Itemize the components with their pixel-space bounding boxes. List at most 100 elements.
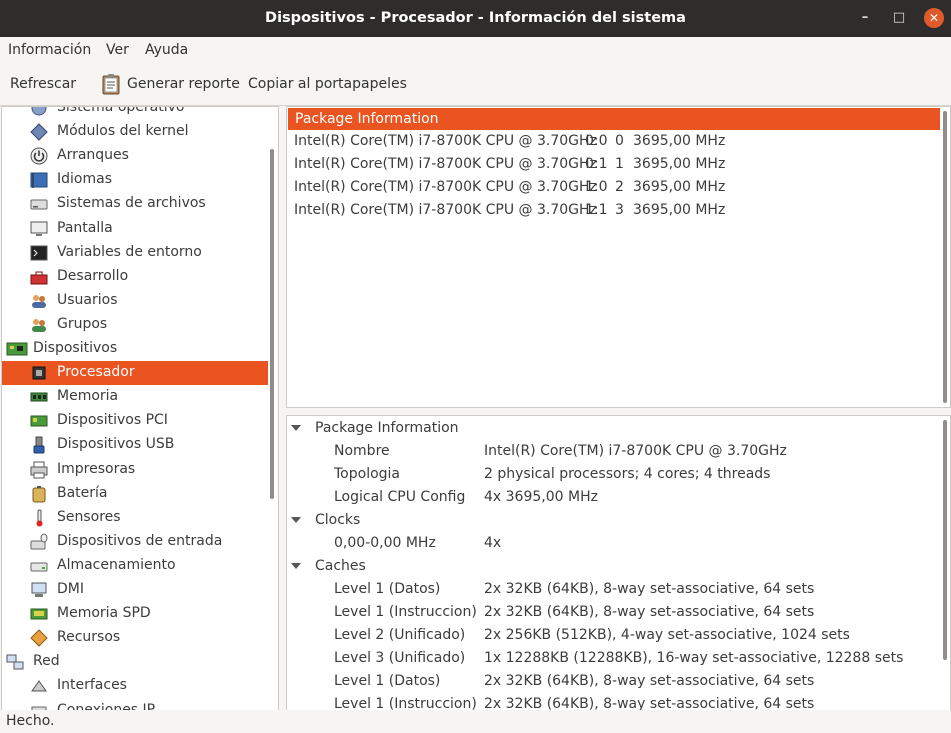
sidebar-item-dispositivos-de-entrada[interactable]: Dispositivos de entrada bbox=[2, 530, 268, 554]
details-row[interactable]: Level 1 (Instruccion) 2x 32KB (64KB), 8-w… bbox=[334, 696, 934, 710]
toolbox-icon bbox=[30, 268, 48, 286]
sidebar-item-almacenamiento[interactable]: Almacenamiento bbox=[2, 554, 268, 578]
sidebar-item-usuarios[interactable]: Usuarios bbox=[2, 289, 268, 313]
close-button[interactable]: ✕ bbox=[924, 8, 944, 28]
sidebar-item-arranques[interactable]: Arranques bbox=[2, 144, 268, 168]
sidebar-item-label: Memoria SPD bbox=[57, 605, 151, 621]
sidebar-item-sistemas-de-archivos[interactable]: Sistemas de archivos bbox=[2, 192, 268, 216]
sidebar-item-red[interactable]: Red bbox=[2, 650, 268, 674]
sidebar-item-batería[interactable]: Batería bbox=[2, 482, 268, 506]
cpu-topo: 0:1 bbox=[585, 156, 608, 172]
menu-ver[interactable]: Ver bbox=[106, 42, 129, 58]
cpu-topo: 1:0 bbox=[585, 179, 608, 195]
language-flag-icon bbox=[30, 171, 48, 189]
sidebar-item-dmi[interactable]: DMI bbox=[2, 578, 268, 602]
sidebar-item-label: Red bbox=[33, 653, 60, 669]
sidebar-item-label: Dispositivos bbox=[33, 340, 118, 356]
details-value: 1x 12288KB (12288KB), 16-way set-associa… bbox=[484, 650, 904, 666]
cpu-row[interactable]: Intel(R) Core(TM) i7-8700K CPU @ 3.70GHz… bbox=[294, 156, 934, 178]
sidebar-item-label: Dispositivos USB bbox=[57, 436, 175, 452]
sidebar-item-procesador[interactable]: Procesador bbox=[2, 361, 268, 385]
section-title: Clocks bbox=[315, 512, 361, 528]
details-row[interactable]: Level 1 (Datos) 2x 32KB (64KB), 8-way set… bbox=[334, 673, 934, 695]
cpu-row[interactable]: Intel(R) Core(TM) i7-8700K CPU @ 3.70GHz… bbox=[294, 202, 934, 224]
os-icon bbox=[30, 107, 48, 117]
pci-icon bbox=[30, 412, 48, 430]
sidebar-item-impresoras[interactable]: Impresoras bbox=[2, 458, 268, 482]
details-row[interactable]: Logical CPU Config 4x 3695,00 MHz bbox=[334, 489, 934, 511]
sidebar-item-desarrollo[interactable]: Desarrollo bbox=[2, 265, 268, 289]
details-panel[interactable]: Package Information Nombre Intel(R) Core(T… bbox=[286, 415, 951, 711]
sidebar-item-label: Interfaces bbox=[57, 677, 127, 693]
sidebar-item-memoria-spd[interactable]: Memoria SPD bbox=[2, 602, 268, 626]
cpu-id: 0 bbox=[615, 133, 624, 149]
details-key: Level 2 (Unificado) bbox=[334, 627, 466, 643]
sidebar-item-dispositivos[interactable]: Dispositivos bbox=[2, 337, 268, 361]
sidebar-item-label: Usuarios bbox=[57, 292, 118, 308]
details-row[interactable]: Level 1 (Datos) 2x 32KB (64KB), 8-way set… bbox=[334, 581, 934, 603]
details-row[interactable]: Nombre Intel(R) Core(TM) i7-8700K CPU @ 3… bbox=[334, 443, 934, 465]
sidebar-item-label: Almacenamiento bbox=[57, 557, 176, 573]
sidebar-item-sensores[interactable]: Sensores bbox=[2, 506, 268, 530]
details-value: 4x bbox=[484, 535, 502, 551]
minimize-button[interactable]: – bbox=[856, 9, 874, 27]
maximize-button[interactable]: □ bbox=[890, 9, 908, 27]
details-scrollbar[interactable] bbox=[943, 420, 947, 660]
sidebar-item-label: Sistemas de archivos bbox=[57, 195, 206, 211]
sidebar-item-label: Arranques bbox=[57, 147, 129, 163]
sidebar-item-interfaces[interactable]: Interfaces bbox=[2, 674, 268, 698]
cpu-list-scrollbar[interactable] bbox=[943, 111, 947, 403]
sidebar-item-memoria[interactable]: Memoria bbox=[2, 385, 268, 409]
memory-icon bbox=[30, 388, 48, 406]
sidebar-item-label: Pantalla bbox=[57, 220, 113, 236]
menu-informacion[interactable]: Información bbox=[8, 42, 91, 58]
expander-arrow-icon[interactable] bbox=[291, 517, 301, 523]
details-section[interactable]: Caches bbox=[291, 558, 591, 580]
sidebar-item-sistema-operativo[interactable]: Sistema operativo bbox=[2, 107, 268, 120]
menu-ayuda[interactable]: Ayuda bbox=[145, 42, 188, 58]
details-row[interactable]: 0,00-0,00 MHz 4x bbox=[334, 535, 934, 557]
cpu-id: 3 bbox=[615, 202, 624, 218]
network-icon bbox=[6, 653, 24, 671]
details-row[interactable]: Topologia 2 physical processors; 4 cores;… bbox=[334, 466, 934, 488]
sidebar-tree[interactable]: Sistema operativo Módulos del kernel Arran… bbox=[1, 106, 279, 711]
sidebar-scrollbar[interactable] bbox=[270, 149, 274, 499]
groups-icon bbox=[30, 316, 48, 334]
status-bar: Hecho. bbox=[0, 710, 951, 733]
copy-clipboard-button[interactable]: Copiar al portapapeles bbox=[248, 76, 407, 92]
cpu-name: Intel(R) Core(TM) i7-8700K CPU @ 3.70GHz bbox=[294, 156, 597, 172]
details-row[interactable]: Level 2 (Unificado) 2x 256KB (512KB), 4-w… bbox=[334, 627, 934, 649]
sidebar-item-idiomas[interactable]: Idiomas bbox=[2, 168, 268, 192]
cpu-list-header-row[interactable]: Package Information bbox=[288, 108, 940, 130]
details-key: Logical CPU Config bbox=[334, 489, 466, 505]
interfaces-icon bbox=[30, 677, 48, 695]
sidebar-item-label: Impresoras bbox=[57, 461, 136, 477]
generate-report-button[interactable]: Generar reporte bbox=[127, 76, 240, 92]
details-section[interactable]: Package Information bbox=[291, 420, 591, 442]
sidebar-item-grupos[interactable]: Grupos bbox=[2, 313, 268, 337]
details-row[interactable]: Level 3 (Unificado) 1x 12288KB (12288KB),… bbox=[334, 650, 934, 672]
toolbar: Refrescar Generar reporte Copiar al port… bbox=[0, 63, 951, 106]
status-text: Hecho. bbox=[6, 713, 55, 729]
cpu-list-panel[interactable]: Package Information Intel(R) Core(TM) i7… bbox=[286, 106, 951, 408]
report-icon bbox=[102, 73, 120, 99]
sidebar-item-label: Memoria bbox=[57, 388, 119, 404]
cpu-row[interactable]: Intel(R) Core(TM) i7-8700K CPU @ 3.70GHz… bbox=[294, 179, 934, 201]
sidebar-item-dispositivos-usb[interactable]: Dispositivos USB bbox=[2, 433, 268, 457]
sidebar-item-dispositivos-pci[interactable]: Dispositivos PCI bbox=[2, 409, 268, 433]
refresh-button[interactable]: Refrescar bbox=[10, 76, 76, 92]
sidebar-item-recursos[interactable]: Recursos bbox=[2, 626, 268, 650]
spd-icon bbox=[30, 605, 48, 623]
sidebar-item-label: Desarrollo bbox=[57, 268, 129, 284]
details-row[interactable]: Level 1 (Instruccion) 2x 32KB (64KB), 8-w… bbox=[334, 604, 934, 626]
cpu-row[interactable]: Intel(R) Core(TM) i7-8700K CPU @ 3.70GHz… bbox=[294, 133, 934, 155]
expander-arrow-icon[interactable] bbox=[291, 425, 301, 431]
details-section[interactable]: Clocks bbox=[291, 512, 591, 534]
sidebar-item-módulos-del-kernel[interactable]: Módulos del kernel bbox=[2, 120, 268, 144]
sidebar-item-label: Grupos bbox=[57, 316, 108, 332]
sidebar-item-pantalla[interactable]: Pantalla bbox=[2, 217, 268, 241]
cpu-id: 1 bbox=[615, 156, 624, 172]
thermometer-icon bbox=[30, 509, 48, 527]
sidebar-item-variables-de-entorno[interactable]: Variables de entorno bbox=[2, 241, 268, 265]
expander-arrow-icon[interactable] bbox=[291, 563, 301, 569]
